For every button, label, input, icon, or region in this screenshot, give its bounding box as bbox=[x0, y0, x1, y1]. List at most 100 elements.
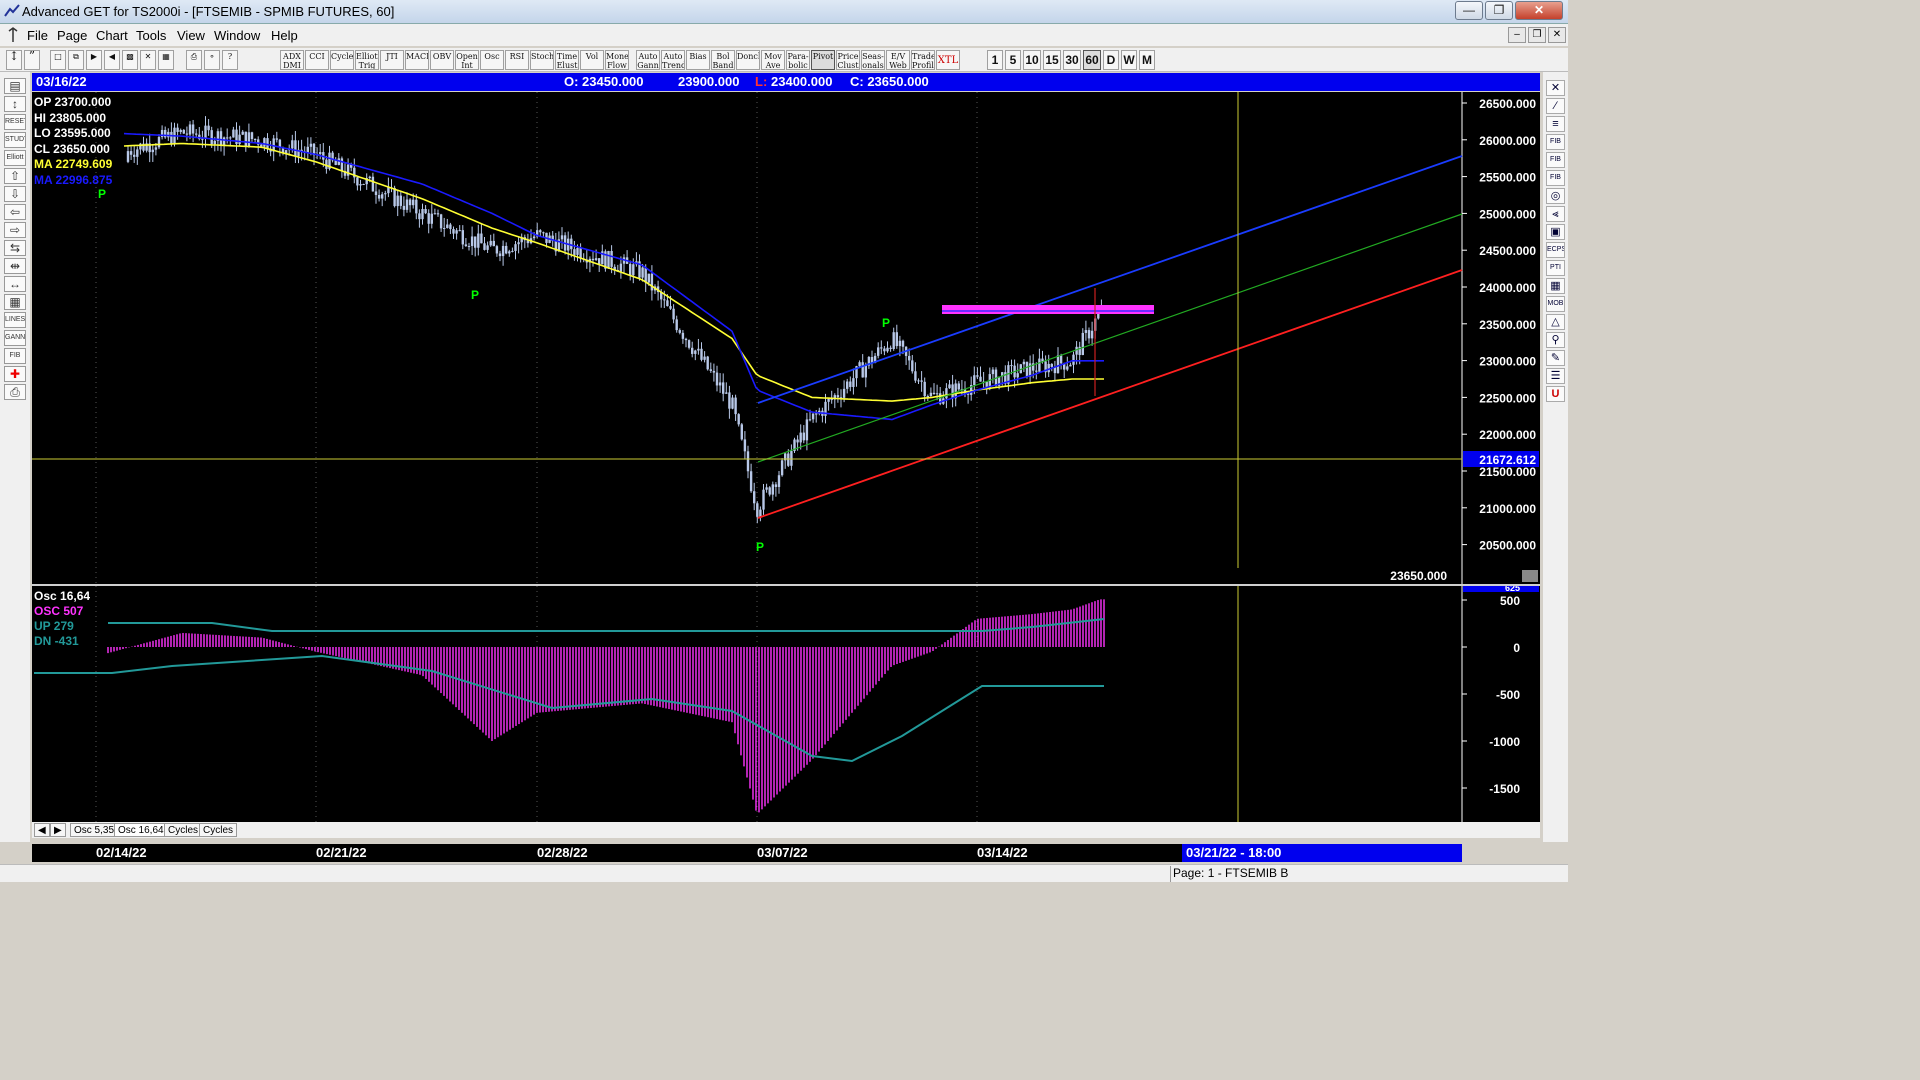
interval-button-60[interactable]: 60 bbox=[1083, 50, 1101, 70]
study-button-auto-trend[interactable]: Auto Trend bbox=[661, 50, 685, 70]
left-arrow-icon[interactable]: ⇦ bbox=[4, 204, 26, 220]
study-button-macd[interactable]: MACD bbox=[405, 50, 429, 70]
study-button-time-elust[interactable]: Time Elust bbox=[555, 50, 579, 70]
study-button-trade-profile[interactable]: Trade Profile bbox=[911, 50, 935, 70]
study-button-seas-onals[interactable]: Seas-onals bbox=[861, 50, 885, 70]
study-button-jti[interactable]: JTI bbox=[380, 50, 404, 70]
menu-file[interactable]: File bbox=[27, 28, 48, 43]
forward-icon[interactable]: ▶ bbox=[86, 50, 102, 70]
close-button[interactable]: ✕ bbox=[1515, 1, 1563, 20]
magnify-icon[interactable]: ⚲ bbox=[1546, 332, 1565, 348]
interval-button-1[interactable]: 1 bbox=[987, 50, 1003, 70]
study-button-adx-dmi[interactable]: ADX DMI bbox=[280, 50, 304, 70]
tab-cycles-1[interactable]: Cycles bbox=[164, 823, 203, 837]
delete-icon[interactable]: ✕ bbox=[140, 50, 156, 70]
tool-mob[interactable]: MOB bbox=[1546, 296, 1565, 312]
fan-icon[interactable]: ⪡ bbox=[1546, 206, 1565, 222]
tool-fib-ret[interactable]: FIB RET bbox=[1546, 134, 1565, 150]
tool-fib[interactable]: FIB bbox=[4, 348, 26, 364]
interval-button-w[interactable]: W bbox=[1121, 50, 1137, 70]
zoom-icon[interactable]: ▦ bbox=[4, 294, 26, 310]
marker-icon[interactable]: ✎ bbox=[1546, 350, 1565, 366]
tab-cycles-2[interactable]: Cycles bbox=[199, 823, 238, 837]
tool-lines[interactable]: LINES bbox=[4, 312, 26, 328]
tool-elliott[interactable]: Elliott bbox=[4, 150, 26, 166]
price-chart[interactable]: 26500.000 26000.000 25500.000 25000.000 2450… bbox=[32, 92, 1540, 584]
tab-scroll-right[interactable]: ▶ bbox=[50, 823, 66, 837]
folder-icon[interactable]: ▤ bbox=[4, 78, 26, 94]
bulb-icon[interactable]: ⚬ bbox=[204, 50, 220, 70]
back-icon[interactable]: ◀ bbox=[104, 50, 120, 70]
expand-icon[interactable]: ⇹ bbox=[4, 258, 26, 274]
interval-button-m[interactable]: M bbox=[1139, 50, 1155, 70]
copy-icon[interactable]: ⧉ bbox=[68, 50, 84, 70]
box-icon[interactable]: ▣ bbox=[1546, 224, 1565, 240]
up-arrow-icon[interactable]: ⇧ bbox=[4, 168, 26, 184]
study-button-price-clust[interactable]: Price Clust bbox=[836, 50, 860, 70]
help-icon[interactable]: ? bbox=[222, 50, 238, 70]
child-minimize-button[interactable]: – bbox=[1508, 27, 1526, 43]
close-tool-icon[interactable]: ✕ bbox=[1546, 80, 1565, 96]
interval-button-30[interactable]: 30 bbox=[1063, 50, 1081, 70]
study-button-osc[interactable]: Osc bbox=[480, 50, 504, 70]
menu-page[interactable]: Page bbox=[57, 28, 87, 43]
stretch-icon[interactable]: ↔ bbox=[4, 276, 26, 292]
grid-icon[interactable]: ▦ bbox=[158, 50, 174, 70]
new-page-icon[interactable]: □ bbox=[50, 50, 66, 70]
study-button-e-v-web[interactable]: E/V Web bbox=[886, 50, 910, 70]
study-button-auto-gann[interactable]: Auto Gann bbox=[636, 50, 660, 70]
child-close-button[interactable]: ✕ bbox=[1548, 27, 1566, 43]
study-button-rsi[interactable]: RSI bbox=[505, 50, 529, 70]
oscillator-canvas[interactable]: 500 0 -500 -1000 -1500 625 Osc 16,64OSC 507UP … bbox=[32, 583, 1540, 822]
study-button-elliott-trig[interactable]: Elliott Trig bbox=[355, 50, 379, 70]
tool-fib-ext[interactable]: FIB EXT bbox=[1546, 152, 1565, 168]
study-button-para-bolic[interactable]: Para-bolic bbox=[786, 50, 810, 70]
menu-chart[interactable]: Chart bbox=[96, 28, 128, 43]
tool-fib-time[interactable]: FIB TIME bbox=[1546, 170, 1565, 186]
study-button-cci[interactable]: CCI bbox=[305, 50, 329, 70]
price-chart-canvas[interactable]: 26500.000 26000.000 25500.000 25000.000 2450… bbox=[32, 92, 1540, 584]
interval-button-15[interactable]: 15 bbox=[1043, 50, 1061, 70]
child-restore-button[interactable]: ❐ bbox=[1528, 27, 1546, 43]
tool-ecps[interactable]: ECPS bbox=[1546, 242, 1565, 258]
tool-reset[interactable]: RESET bbox=[4, 114, 26, 130]
crosshair-icon[interactable]: ✚ bbox=[4, 366, 26, 382]
study-button-bias[interactable]: Bias bbox=[686, 50, 710, 70]
oscillator-pane[interactable]: 500 0 -500 -1000 -1500 625 Osc 16,64 OSC 507 UP … bbox=[32, 583, 1540, 822]
right-arrow-icon[interactable]: ⇨ bbox=[4, 222, 26, 238]
study-button-obv[interactable]: OBV bbox=[430, 50, 454, 70]
study-button-bol-band[interactable]: Bol Band bbox=[711, 50, 735, 70]
interval-button-d[interactable]: D bbox=[1103, 50, 1119, 70]
study-button-donch[interactable]: Donch bbox=[736, 50, 760, 70]
study-button-mov-ave[interactable]: Mov Ave bbox=[761, 50, 785, 70]
quote-tool-icon[interactable]: ” bbox=[24, 50, 40, 70]
save-icon[interactable]: ▩ bbox=[122, 50, 138, 70]
interval-button-5[interactable]: 5 bbox=[1005, 50, 1021, 70]
study-button-stoch[interactable]: Stoch bbox=[530, 50, 554, 70]
tool-pti[interactable]: PTI bbox=[1546, 260, 1565, 276]
study-button-open-int[interactable]: Open Int bbox=[455, 50, 479, 70]
grid-tool-icon[interactable]: ▦ bbox=[1546, 278, 1565, 294]
tool-gann[interactable]: GANN bbox=[4, 330, 26, 346]
maximize-button[interactable]: ❐ bbox=[1485, 1, 1513, 20]
down-arrow-icon[interactable]: ⇩ bbox=[4, 186, 26, 202]
print-icon[interactable]: ⎙ bbox=[186, 50, 202, 70]
tab-osc-16-64[interactable]: Osc 16,64 bbox=[114, 823, 168, 837]
study-button-cycles[interactable]: Cycles bbox=[330, 50, 354, 70]
pointer-tool-icon[interactable]: ↕ bbox=[6, 50, 22, 70]
triangle-icon[interactable]: △ bbox=[1546, 314, 1565, 330]
print-tool-icon[interactable]: ⎙ bbox=[4, 384, 26, 400]
interval-button-10[interactable]: 10 bbox=[1023, 50, 1041, 70]
minimize-button[interactable]: — bbox=[1455, 1, 1483, 20]
tool-study[interactable]: STUDY bbox=[4, 132, 26, 148]
menu-window[interactable]: Window bbox=[214, 28, 260, 43]
pen-icon[interactable]: ∕ bbox=[1546, 98, 1565, 114]
menu-help[interactable]: Help bbox=[271, 28, 298, 43]
magnet-icon[interactable]: U bbox=[1546, 386, 1565, 402]
layers-icon[interactable]: ☰ bbox=[1546, 368, 1565, 384]
ruler-icon[interactable]: ≡ bbox=[1546, 116, 1565, 132]
menu-tools[interactable]: Tools bbox=[136, 28, 166, 43]
target-icon[interactable]: ◎ bbox=[1546, 188, 1565, 204]
tab-osc-5-35[interactable]: Osc 5,35 bbox=[70, 823, 119, 837]
tab-scroll-left[interactable]: ◀ bbox=[34, 823, 50, 837]
